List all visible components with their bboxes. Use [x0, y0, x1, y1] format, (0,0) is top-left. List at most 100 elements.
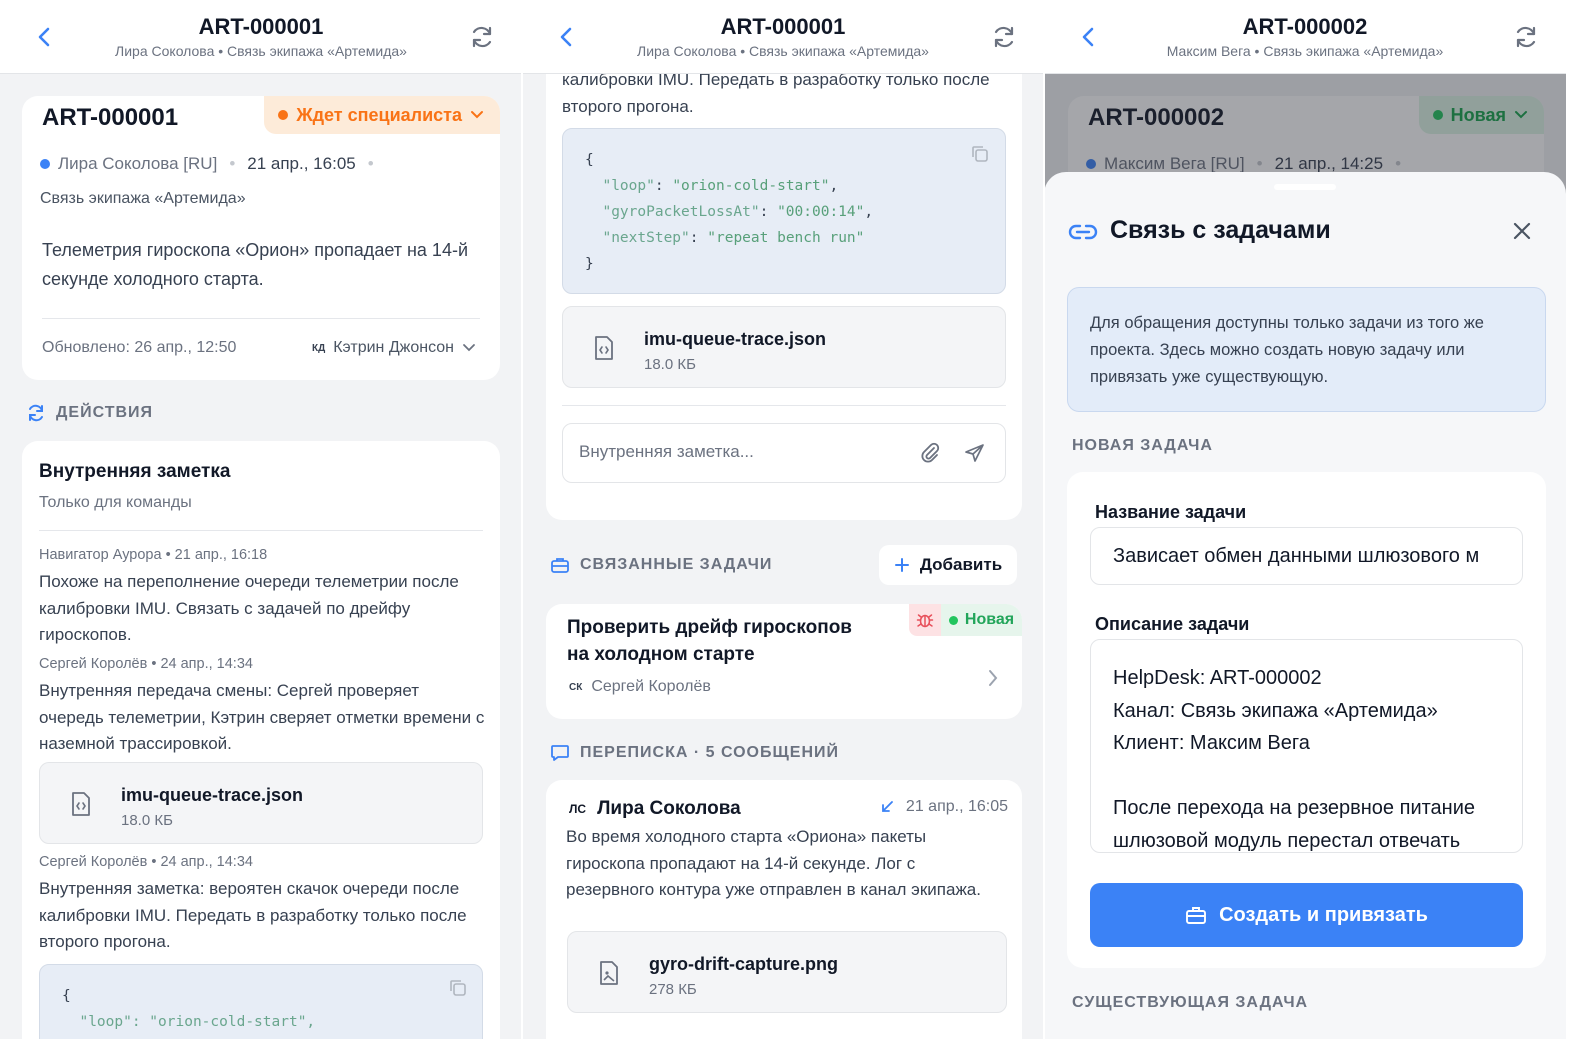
note-panel-subtitle: Только для команды — [39, 494, 192, 511]
task-name-input[interactable]: Зависает обмен данными шлюзового м — [1090, 527, 1523, 585]
task-assignee: СК Сергей Королёв — [569, 678, 711, 695]
ticket-date: 21 апр., 16:05 — [247, 154, 356, 173]
info-banner: Для обращения доступны только задачи из … — [1067, 287, 1546, 412]
header-subtitle: Лира Соколова • Связь экипажа «Артемида» — [115, 43, 407, 59]
screen-divider — [1043, 0, 1045, 1039]
header-title: ART-000002 — [1242, 14, 1368, 39]
header-subtitle: Лира Соколова • Связь экипажа «Артемида» — [637, 43, 929, 59]
code-block: { "loop": "orion-cold-start", "gyroPacke… — [562, 128, 1006, 294]
attachment-size: 18.0 КБ — [644, 356, 696, 373]
note-text: Внутренняя заметка: вероятен скачок очер… — [39, 879, 467, 951]
refresh-icon[interactable] — [990, 23, 1018, 51]
ticket-id: ART-000001 — [42, 104, 179, 131]
copy-icon[interactable] — [970, 144, 990, 164]
add-task-button[interactable]: Добавить — [879, 545, 1017, 585]
divider — [562, 405, 1006, 406]
app-header: ART-000001 Лира Соколова • Связь экипажа… — [0, 0, 522, 74]
attachment-size: 278 КБ — [649, 981, 697, 998]
attachment-name: imu-queue-trace.json — [121, 785, 304, 805]
sheet-title: Связь с задачами — [1110, 216, 1331, 244]
divider — [39, 530, 483, 531]
note-text: Внутренняя передача смены: Сергей провер… — [39, 681, 485, 753]
create-and-link-button[interactable]: Создать и привязать — [1090, 883, 1523, 947]
existing-task-section-title: СУЩЕСТВУЮЩАЯ ЗАДАЧА — [1072, 994, 1309, 1011]
file-code-icon — [595, 336, 613, 360]
ticket-card: ART-000001 Ждет специалиста Лира Соколов… — [22, 96, 500, 380]
status-dropdown[interactable]: Ждет специалиста — [264, 96, 500, 134]
header-title: ART-000001 — [198, 14, 324, 39]
file-image-icon — [600, 961, 618, 985]
task-name-label: Название задачи — [1095, 502, 1247, 522]
note-meta: Навигатор Аурора • 21 апр., 16:18 — [39, 547, 268, 563]
internal-note-panel: калибровки IMU. Передать в разработку то… — [546, 40, 1022, 520]
dot-separator-icon: • — [229, 154, 236, 173]
author-name: Лира Соколова — [597, 798, 741, 819]
incoming-arrow-icon — [882, 801, 893, 812]
note-input[interactable]: Внутренняя заметка... — [579, 442, 754, 462]
close-icon[interactable] — [1511, 220, 1533, 242]
note-text: калибровки IMU. Передать в разработку то… — [562, 70, 990, 116]
screen-link-tasks-sheet: ART-000002 Максим Вега • Связь экипажа «… — [1044, 0, 1566, 1039]
assignee-initials: КД — [312, 342, 326, 354]
status-dot-icon — [948, 615, 958, 625]
online-dot-icon — [40, 159, 50, 169]
actions-section-title: ДЕЙСТВИЯ — [26, 403, 153, 423]
assignee-dropdown[interactable]: КД Кэтрин Джонсон — [312, 339, 476, 357]
code-line: "loop": "orion-cold-start", — [62, 1014, 316, 1030]
plus-icon — [894, 558, 909, 572]
sheet-drag-handle[interactable] — [1274, 184, 1336, 190]
note-meta: Сергей Королёв • 24 апр., 14:34 — [39, 656, 253, 672]
code-block: { "loop": "orion-cold-start", — [39, 964, 483, 1039]
attachment-card[interactable]: imu-queue-trace.json 18.0 КБ — [39, 762, 483, 844]
chevron-right-icon — [989, 670, 998, 686]
attachment-size: 18.0 КБ — [121, 812, 173, 829]
app-header: ART-000002 Максим Вега • Связь экипажа «… — [1044, 0, 1566, 74]
task-desc-label: Описание задачи — [1095, 614, 1250, 634]
chevron-down-icon — [463, 344, 475, 352]
ticket-meta-row: Лира Соколова [RU] • 21 апр., 16:05 • — [40, 154, 378, 174]
link-tasks-sheet: Связь с задачами Для обращения доступны … — [1044, 172, 1566, 1039]
status-label: Ждет специалиста — [296, 104, 462, 125]
actions-refresh-icon — [29, 404, 43, 422]
task-desc-textarea[interactable]: HelpDesk: ART-000002 Канал: Связь экипаж… — [1090, 639, 1523, 853]
note-meta: Сергей Королёв • 24 апр., 14:34 — [39, 854, 253, 870]
note-panel-title: Внутренняя заметка — [39, 461, 231, 482]
briefcase-icon — [551, 558, 569, 573]
ticket-updated: Обновлено: 26 апр., 12:50 — [42, 339, 237, 356]
attachment-card[interactable]: imu-queue-trace.json 18.0 КБ — [562, 306, 1006, 388]
message-text: Во время холодного старта «Ориона» пакет… — [566, 827, 981, 899]
screen-divider — [521, 0, 523, 1039]
message-date-row: 21 апр., 16:05 — [880, 798, 1008, 816]
send-icon[interactable] — [964, 442, 986, 464]
code-line: { — [62, 988, 71, 1004]
bug-badge — [909, 604, 941, 636]
author-initials: ЛС — [569, 802, 587, 816]
ticket-channel: Связь экипажа «Артемида» — [40, 190, 246, 207]
ticket-description: Телеметрия гироскопа «Орион» пропадает н… — [42, 240, 469, 289]
linked-task-card[interactable]: Проверить дрейф гироскопов на холодном с… — [546, 604, 1022, 719]
copy-icon[interactable] — [448, 978, 468, 998]
conversation-title: ПЕРЕПИСКА · 5 СООБЩЕНИЙ — [550, 744, 839, 762]
message-author-row: ЛС Лира Соколова — [569, 798, 741, 820]
internal-note-panel: Внутренняя заметка Только для команды На… — [22, 441, 500, 1039]
chat-icon — [551, 745, 569, 761]
screen-ticket-details: ART-000001 Лира Соколова • Связь экипажа… — [0, 0, 522, 1039]
bug-icon — [916, 614, 934, 628]
file-code-icon — [72, 792, 90, 816]
screen-ticket-scrolled: калибровки IMU. Передать в разработку то… — [522, 0, 1044, 1039]
new-task-form: Название задачи Зависает обмен данными ш… — [1067, 472, 1546, 968]
task-status-badge: Новая — [941, 604, 1022, 636]
link-icon — [1068, 224, 1098, 240]
assignee-name: Кэтрин Джонсон — [333, 339, 454, 356]
refresh-icon[interactable] — [1512, 23, 1540, 51]
header-subtitle: Максим Вега • Связь экипажа «Артемида» — [1166, 43, 1444, 59]
note-input-box: Внутренняя заметка... — [562, 423, 1006, 483]
status-dot-icon — [278, 110, 289, 120]
paperclip-icon[interactable] — [919, 442, 941, 464]
ticket-client: Лира Соколова [RU] — [58, 154, 218, 173]
dot-separator-icon: • — [367, 154, 374, 173]
app-header: ART-000001 Лира Соколова • Связь экипажа… — [522, 0, 1044, 74]
refresh-icon[interactable] — [468, 23, 496, 51]
header-title: ART-000001 — [720, 14, 846, 39]
attachment-card[interactable]: gyro-drift-capture.png 278 КБ — [567, 931, 1007, 1013]
